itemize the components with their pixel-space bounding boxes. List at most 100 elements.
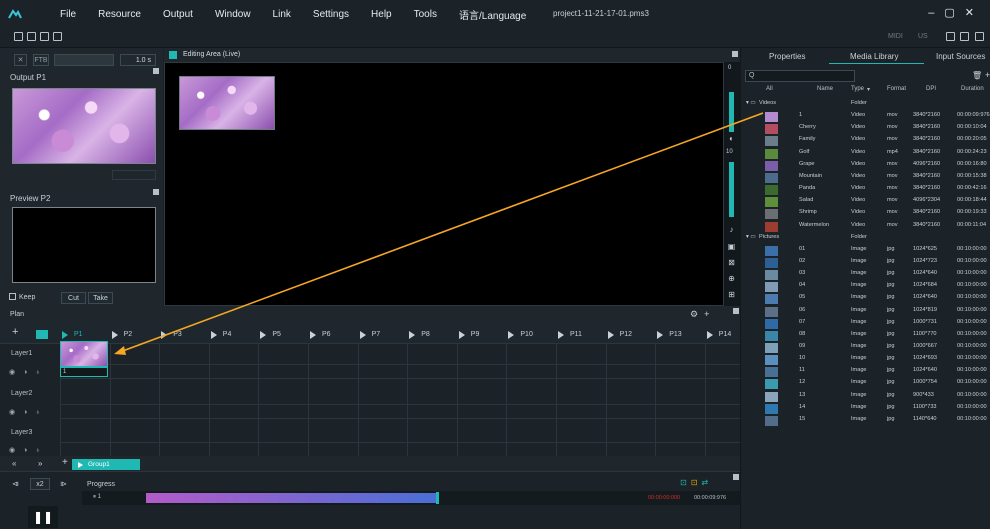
menu-link[interactable]: Link xyxy=(273,9,291,20)
media-row[interactable]: 12 Image jpg 1000*754 00:10:00:00 xyxy=(741,376,990,390)
plan-tools[interactable]: ⚙+ xyxy=(690,309,715,320)
snapshot-icon[interactable]: ▣ xyxy=(727,242,736,251)
col-all[interactable]: All xyxy=(766,86,773,92)
media-row[interactable]: 05 Image jpg 1024*640 00:10:00:00 xyxy=(741,291,990,305)
delete-icon[interactable]: 🗑 xyxy=(972,71,982,80)
media-row[interactable]: Mountain Video mov 3840*2160 00:00:15:38 xyxy=(741,170,990,183)
print-icon[interactable] xyxy=(53,32,62,41)
folder-toggle-icon[interactable]: ▾ ▭ xyxy=(746,234,756,240)
tab-input-sources[interactable]: Input Sources xyxy=(936,52,985,61)
midi-button[interactable]: MIDI xyxy=(888,33,903,40)
center-icon[interactable]: ⊕ xyxy=(727,274,736,283)
media-row[interactable]: Family Video mov 3840*2160 00:00:20:05 xyxy=(741,133,990,147)
media-row[interactable]: 06 Image jpg 1024*819 00:10:00:00 xyxy=(741,304,990,317)
search-input[interactable]: Q xyxy=(745,70,855,82)
menu-settings[interactable]: Settings xyxy=(313,9,349,20)
program-tab[interactable]: P13 xyxy=(657,326,682,343)
swap-icon[interactable]: ⇄ xyxy=(701,478,712,487)
media-row[interactable]: 07 Image jpg 1000*731 00:10:00:00 xyxy=(741,316,990,329)
program-tab[interactable]: P7 xyxy=(359,326,380,343)
add-icon[interactable]: + xyxy=(704,309,715,319)
menu-window[interactable]: Window xyxy=(215,9,251,20)
timeline-clip-label[interactable]: 1 xyxy=(60,367,108,377)
new-file-icon[interactable] xyxy=(14,32,23,41)
media-row[interactable]: 03 Image jpg 1024*640 00:10:00:00 xyxy=(741,267,990,281)
media-row[interactable]: 13 Image jpg 900*433 00:10:00:00 xyxy=(741,389,990,402)
menu-language[interactable]: 语言/Language xyxy=(459,7,526,22)
program-tab[interactable]: P10 xyxy=(508,326,533,343)
progress-tools[interactable]: ⊡⊡⇄ xyxy=(680,478,712,487)
maximize-icon[interactable]: ▢ xyxy=(944,7,964,19)
media-row[interactable]: 01 Image jpg 1024*625 00:10:00:00 xyxy=(741,243,990,256)
fit-icon[interactable]: ⊠ xyxy=(727,258,736,267)
zoom-bar-top[interactable] xyxy=(729,92,734,132)
eye-icon[interactable]: ◉ xyxy=(9,369,18,376)
lock-icon[interactable]: ♁ xyxy=(35,369,43,376)
program-tab[interactable]: P3 xyxy=(161,326,182,343)
rewind-icon[interactable]: ⧏ xyxy=(12,480,19,488)
sort-type-icon[interactable]: ▾ xyxy=(867,86,870,93)
speaker-icon[interactable]: ◑ xyxy=(23,409,30,416)
col-format[interactable]: Format xyxy=(887,86,906,92)
us-button[interactable]: US xyxy=(918,33,928,40)
media-row[interactable]: 14 Image jpg 1100*733 00:10:00:00 xyxy=(741,401,990,414)
preview-monitor[interactable] xyxy=(12,207,156,283)
media-row[interactable]: Golf Video mp4 3840*2160 00:00:24:23 xyxy=(741,146,990,159)
timeline-clip[interactable] xyxy=(60,341,108,367)
menu-file[interactable]: File xyxy=(60,9,76,20)
layer-controls[interactable]: ◉ ◑ ♁ xyxy=(9,368,44,376)
tab-properties[interactable]: Properties xyxy=(769,52,805,61)
close-small-icon[interactable]: ✕ xyxy=(14,54,27,66)
media-row[interactable]: 04 Image jpg 1024*684 00:10:00:00 xyxy=(741,279,990,293)
folder-row[interactable]: ▾ ▭ Pictures Folder xyxy=(741,231,990,243)
cut-button[interactable]: Cut xyxy=(61,292,86,304)
media-row[interactable]: Shrimp Video mov 3840*2160 00:00:19:33 xyxy=(741,206,990,220)
media-row[interactable]: Cherry Video mov 3840*2160 00:00:10:04 xyxy=(741,121,990,135)
menu-output[interactable]: Output xyxy=(163,9,193,20)
media-row[interactable]: Panda Video mov 3840*2160 00:00:42:16 xyxy=(741,182,990,196)
program-grid-icon[interactable] xyxy=(36,330,48,339)
take-button[interactable]: Take xyxy=(88,292,113,304)
layout-icon[interactable] xyxy=(946,32,955,41)
speaker-icon[interactable]: ◑ xyxy=(23,369,30,376)
brightness-icon[interactable]: ◐ xyxy=(727,134,736,143)
col-name[interactable]: Name xyxy=(817,86,833,92)
pause-button[interactable]: ❚❚ xyxy=(28,506,58,528)
folder-toggle-icon[interactable]: ▾ ▭ xyxy=(746,100,756,106)
media-row[interactable]: Salad Video mov 4096*2304 00:00:18:44 xyxy=(741,194,990,208)
media-row[interactable]: 1 Video mov 3840*2160 00:00:09:976 xyxy=(741,109,990,123)
add-group-icon[interactable]: + xyxy=(62,457,68,468)
fade-slider[interactable] xyxy=(54,54,114,66)
col-dpi[interactable]: DPI xyxy=(926,86,936,92)
folder-row[interactable]: ▾ ▭ Videos Folder xyxy=(741,97,990,109)
program-tab[interactable]: P11 xyxy=(558,326,582,343)
col-duration[interactable]: Duration xyxy=(961,86,984,92)
media-row[interactable]: 09 Image jpg 1000*667 00:10:00:00 xyxy=(741,340,990,353)
speaker-icon[interactable]: ◑ xyxy=(23,447,30,454)
progress-head[interactable] xyxy=(436,492,439,504)
keep-checkbox[interactable]: Keep xyxy=(9,293,35,301)
media-row[interactable]: 15 Image jpg 1140*640 00:10:00:00 xyxy=(741,413,990,426)
grid-icon[interactable]: ⊞ xyxy=(727,290,736,299)
program-tab[interactable]: P5 xyxy=(260,326,281,343)
tab-media-library[interactable]: Media Library xyxy=(850,52,898,61)
layer-controls[interactable]: ◉ ◑ ♁ xyxy=(9,446,44,454)
progress-bar[interactable] xyxy=(146,493,437,503)
menu-resource[interactable]: Resource xyxy=(98,9,141,20)
program-tab[interactable]: P6 xyxy=(310,326,331,343)
eye-icon[interactable]: ◉ xyxy=(9,447,18,454)
program-tab[interactable]: P2 xyxy=(111,326,132,343)
layer-window-thumbnail[interactable] xyxy=(179,76,275,130)
lock-icon[interactable]: ♁ xyxy=(35,447,43,454)
program-tab[interactable]: P9 xyxy=(458,326,479,343)
media-row[interactable]: 02 Image jpg 1024*723 00:10:00:00 xyxy=(741,255,990,268)
fade-time[interactable]: 1.0 s xyxy=(120,54,156,66)
add-media-icon[interactable]: + xyxy=(985,70,990,80)
col-type[interactable]: Type xyxy=(851,86,864,92)
prev-group-icon[interactable]: « xyxy=(12,459,16,468)
loop-icon[interactable]: ⊡ xyxy=(680,478,691,487)
media-row[interactable]: 11 Image jpg 1024*640 00:10:00:00 xyxy=(741,364,990,378)
add-program-icon[interactable]: + xyxy=(12,326,18,338)
media-row[interactable]: 08 Image jpg 1100*770 00:10:00:00 xyxy=(741,328,990,341)
group-tab[interactable]: Group1 xyxy=(72,459,140,470)
